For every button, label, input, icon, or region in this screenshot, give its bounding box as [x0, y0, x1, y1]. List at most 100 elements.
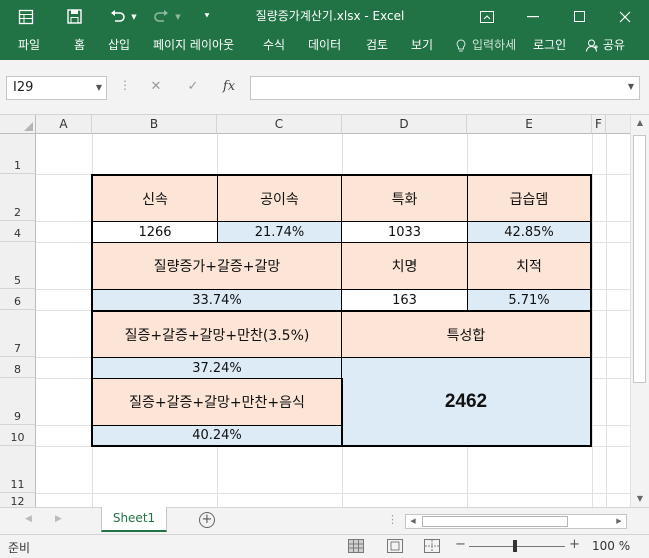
- tab-insert[interactable]: 삽입: [108, 33, 130, 60]
- vertical-scroll-thumb[interactable]: [633, 135, 646, 383]
- row-header-4[interactable]: 4: [0, 221, 36, 242]
- cell-b6-merged[interactable]: 33.74%: [91, 289, 343, 311]
- row-header-11[interactable]: 11: [0, 446, 36, 493]
- zoom-level[interactable]: 100 %: [592, 539, 630, 553]
- tab-page-layout[interactable]: 페이지 레이아웃: [153, 33, 234, 60]
- sheet-tab-bar: ◀ ▶ Sheet1 + ⋮ ◀ ▶: [0, 507, 649, 534]
- tab-formulas[interactable]: 수식: [263, 33, 285, 60]
- col-header-b[interactable]: B: [92, 115, 217, 134]
- add-sheet-icon[interactable]: +: [199, 512, 215, 528]
- prev-sheet-icon[interactable]: ◀: [25, 514, 32, 524]
- cancel-icon[interactable]: ✕: [144, 76, 168, 100]
- drag-handle-icon[interactable]: ⋮: [387, 513, 398, 526]
- col-header-a[interactable]: A: [36, 115, 92, 134]
- share-button[interactable]: 공유: [586, 33, 625, 60]
- row-header-5[interactable]: 5: [0, 242, 36, 289]
- name-box-value: I29: [13, 80, 34, 95]
- row-header-12[interactable]: 12: [0, 493, 36, 507]
- cell-d5[interactable]: 치명: [341, 242, 468, 290]
- cell-b4[interactable]: 1266: [91, 221, 218, 243]
- login-link[interactable]: 로그인: [533, 33, 566, 60]
- expand-formula-icon[interactable]: ▼: [628, 82, 634, 91]
- save-icon[interactable]: [62, 0, 86, 33]
- formula-band: I29 ▼ ⋮ ✕ ✓ fx ▼: [0, 60, 649, 115]
- cell-b10-merged[interactable]: 40.24%: [91, 425, 343, 447]
- share-label: 공유: [602, 38, 625, 52]
- row-header-6[interactable]: 6: [0, 289, 36, 310]
- cell-e2[interactable]: 급습뎀: [467, 174, 592, 222]
- cell-b9-merged[interactable]: 질증+갈증+갈망+만찬+음식: [91, 378, 343, 426]
- horizontal-scrollbar[interactable]: ◀ ▶: [405, 514, 627, 529]
- col-header-blank: [606, 115, 630, 134]
- status-ready: 준비: [8, 541, 31, 555]
- tab-data[interactable]: 데이터: [308, 33, 341, 60]
- scroll-up-icon[interactable]: ▲: [631, 115, 649, 131]
- col-header-e[interactable]: E: [467, 115, 592, 134]
- cell-b7-merged[interactable]: 질증+갈증+갈망+만찬(3.5%): [91, 310, 343, 358]
- horizontal-scroll-thumb[interactable]: [422, 516, 568, 527]
- tab-home[interactable]: 홈: [74, 33, 85, 60]
- scroll-right-icon[interactable]: ▶: [612, 515, 626, 528]
- cell-c4[interactable]: 21.74%: [217, 221, 343, 243]
- worksheet-grid[interactable]: A B C D E F 1 2 4 5 6 7 8 9 10 11 12 신속 …: [0, 115, 630, 507]
- cell-b2[interactable]: 신속: [91, 174, 218, 222]
- cell-d2[interactable]: 특화: [341, 174, 468, 222]
- sheet-tab-sheet1[interactable]: Sheet1: [101, 507, 167, 532]
- row-header-7[interactable]: 7: [0, 310, 36, 357]
- cell-e4[interactable]: 42.85%: [467, 221, 592, 243]
- formula-input[interactable]: ▼: [250, 76, 640, 100]
- tell-me-input[interactable]: 입력하세: [472, 33, 516, 60]
- scroll-down-icon[interactable]: ▼: [631, 491, 649, 507]
- next-sheet-icon[interactable]: ▶: [55, 514, 62, 524]
- zoom-slider[interactable]: [469, 546, 565, 547]
- cell-c2[interactable]: 공이속: [217, 174, 343, 222]
- minimize-icon[interactable]: [510, 0, 556, 33]
- cell-e6[interactable]: 5.71%: [467, 289, 592, 311]
- col-header-f[interactable]: F: [592, 115, 606, 134]
- row-header-9[interactable]: 9: [0, 378, 36, 425]
- cell-d6[interactable]: 163: [341, 289, 468, 311]
- insert-function-button[interactable]: fx: [217, 76, 241, 100]
- person-icon: [586, 38, 603, 52]
- tab-view[interactable]: 보기: [411, 33, 433, 60]
- page-break-view-icon[interactable]: [424, 539, 440, 553]
- tab-file[interactable]: 파일: [18, 33, 40, 60]
- cell-b5-merged[interactable]: 질량증가+갈증+갈망: [91, 242, 343, 290]
- redo-dropdown-icon[interactable]: ▼: [172, 0, 184, 33]
- redo-icon[interactable]: [150, 0, 172, 33]
- tab-review[interactable]: 검토: [366, 33, 388, 60]
- page-layout-view-icon[interactable]: [387, 539, 403, 553]
- ribbon-tabs: 파일 홈 삽입 페이지 레이아웃 수식 데이터 검토 보기 입력하세 로그인 공…: [0, 33, 649, 60]
- ribbon-display-icon[interactable]: [464, 0, 510, 33]
- zoom-out-icon[interactable]: −: [455, 537, 466, 552]
- maximize-icon[interactable]: [556, 0, 602, 33]
- row-header-10[interactable]: 10: [0, 425, 36, 446]
- name-box[interactable]: I29 ▼: [6, 76, 107, 100]
- vertical-scrollbar[interactable]: ▲ ▼: [630, 115, 649, 507]
- zoom-in-icon[interactable]: +: [569, 537, 580, 552]
- row-header-2[interactable]: 2: [0, 174, 36, 221]
- close-icon[interactable]: [602, 0, 648, 33]
- row-header-8[interactable]: 8: [0, 357, 36, 378]
- cell-e5[interactable]: 치적: [467, 242, 592, 290]
- lightbulb-icon[interactable]: [456, 33, 466, 60]
- window-title: 질량증가계산기.xlsx - Excel: [255, 9, 405, 23]
- cell-b8-merged[interactable]: 37.24%: [91, 357, 343, 379]
- row-header-1[interactable]: 1: [0, 134, 36, 174]
- cell-d7-merged[interactable]: 특성합: [341, 310, 592, 358]
- col-header-c[interactable]: C: [217, 115, 342, 134]
- chevron-down-icon[interactable]: ▼: [96, 77, 102, 99]
- enter-icon[interactable]: ✓: [181, 76, 205, 100]
- select-all-button[interactable]: [0, 115, 36, 134]
- cell-d8-merged[interactable]: 2462: [341, 357, 592, 447]
- title-bar: ▼ ▼ ⯆ 질량증가계산기.xlsx - Excel: [0, 0, 649, 33]
- undo-dropdown-icon[interactable]: ▼: [128, 0, 140, 33]
- excel-app-icon[interactable]: [14, 0, 38, 33]
- cell-d4[interactable]: 1033: [341, 221, 468, 243]
- col-header-d[interactable]: D: [342, 115, 467, 134]
- zoom-slider-knob[interactable]: [513, 540, 517, 552]
- normal-view-icon[interactable]: [348, 539, 364, 553]
- drag-handle-icon[interactable]: ⋮: [119, 78, 131, 92]
- scroll-left-icon[interactable]: ◀: [406, 515, 420, 528]
- undo-icon[interactable]: [106, 0, 128, 33]
